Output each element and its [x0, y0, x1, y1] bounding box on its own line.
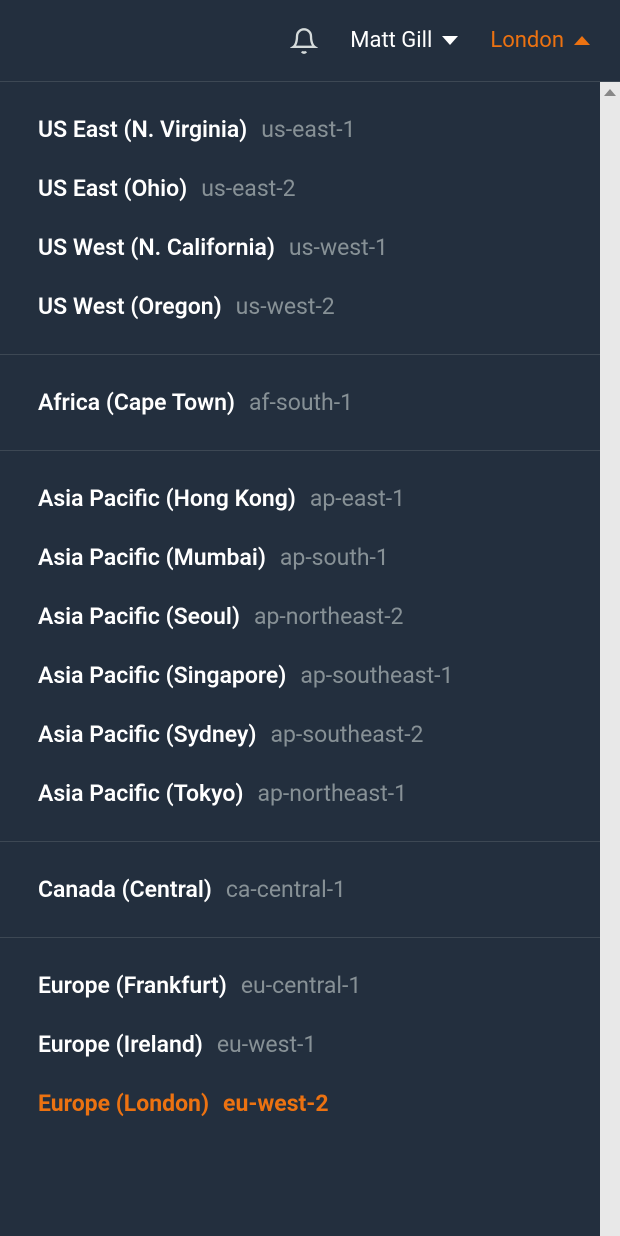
caret-up-icon — [574, 36, 590, 45]
region-name-label: Asia Pacific (Hong Kong) — [38, 485, 296, 512]
region-code-label: ap-northeast-1 — [258, 780, 408, 807]
region-name-label: US East (Ohio) — [38, 175, 187, 202]
region-list[interactable]: US East (N. Virginia) us-east-1 US East (O… — [0, 82, 600, 1236]
region-item[interactable]: Africa (Cape Town) af-south-1 — [0, 373, 600, 432]
region-code-label: eu-central-1 — [241, 972, 361, 999]
region-code-label: eu-west-2 — [223, 1090, 329, 1117]
region-code-label: us-east-2 — [201, 175, 295, 202]
region-item[interactable]: Asia Pacific (Sydney) ap-southeast-2 — [0, 705, 600, 764]
region-name-label: Europe (Ireland) — [38, 1031, 203, 1058]
user-name-label: Matt Gill — [350, 28, 432, 53]
region-item[interactable]: US West (Oregon) us-west-2 — [0, 277, 600, 336]
region-name-label: Asia Pacific (Tokyo) — [38, 780, 244, 807]
region-code-label: eu-west-1 — [217, 1031, 316, 1058]
region-item[interactable]: Canada (Central) ca-central-1 — [0, 860, 600, 919]
region-code-label: af-south-1 — [249, 389, 353, 416]
region-code-label: ca-central-1 — [226, 876, 346, 903]
region-dropdown: US East (N. Virginia) us-east-1 US East (O… — [0, 82, 620, 1236]
region-menu[interactable]: London — [490, 28, 590, 53]
region-label: London — [490, 28, 564, 53]
caret-down-icon — [442, 36, 458, 45]
region-item[interactable]: Asia Pacific (Tokyo) ap-northeast-1 — [0, 764, 600, 823]
region-item[interactable]: US West (N. California) us-west-1 — [0, 218, 600, 277]
region-code-label: ap-south-1 — [280, 544, 389, 571]
region-item[interactable]: Asia Pacific (Seoul) ap-northeast-2 — [0, 587, 600, 646]
region-group: Europe (Frankfurt) eu-central-1 Europe (Ir… — [0, 938, 600, 1151]
region-name-label: Asia Pacific (Singapore) — [38, 662, 286, 689]
region-group: Africa (Cape Town) af-south-1 — [0, 355, 600, 451]
region-group: Asia Pacific (Hong Kong)ap-east-1Asia Pa… — [0, 451, 600, 842]
region-name-label: Asia Pacific (Mumbai) — [38, 544, 266, 571]
region-item[interactable]: Europe (Frankfurt) eu-central-1 — [0, 956, 600, 1015]
region-name-label: Africa (Cape Town) — [38, 389, 235, 416]
region-group: US East (N. Virginia) us-east-1 US East (O… — [0, 82, 600, 355]
region-name-label: Europe (London) — [38, 1090, 209, 1117]
region-item[interactable]: Asia Pacific (Mumbai) ap-south-1 — [0, 528, 600, 587]
region-code-label: ap-east-1 — [310, 485, 405, 512]
region-name-label: US West (N. California) — [38, 234, 275, 261]
region-code-label: us-west-1 — [289, 234, 388, 261]
header: Matt Gill London — [0, 0, 620, 82]
region-name-label: Asia Pacific (Seoul) — [38, 603, 240, 630]
region-item[interactable]: US East (Ohio) us-east-2 — [0, 159, 600, 218]
region-item[interactable]: Asia Pacific (Singapore) ap-southeast-1 — [0, 646, 600, 705]
region-code-label: ap-northeast-2 — [254, 603, 404, 630]
region-item[interactable]: Europe (London) eu-west-2 — [0, 1074, 600, 1133]
scrollbar[interactable] — [600, 82, 620, 1236]
region-item[interactable]: Asia Pacific (Hong Kong) ap-east-1 — [0, 469, 600, 528]
region-item[interactable]: Europe (Ireland) eu-west-1 — [0, 1015, 600, 1074]
notifications-icon[interactable] — [290, 27, 318, 55]
region-code-label: ap-southeast-1 — [300, 662, 453, 689]
region-code-label: us-east-1 — [261, 116, 355, 143]
region-code-label: ap-southeast-2 — [270, 721, 423, 748]
region-group: Canada (Central) ca-central-1 — [0, 842, 600, 938]
region-name-label: Asia Pacific (Sydney) — [38, 721, 256, 748]
region-name-label: US East (N. Virginia) — [38, 116, 247, 143]
scrollbar-up-button[interactable] — [600, 82, 620, 102]
region-name-label: US West (Oregon) — [38, 293, 222, 320]
region-code-label: us-west-2 — [236, 293, 335, 320]
region-name-label: Canada (Central) — [38, 876, 212, 903]
region-name-label: Europe (Frankfurt) — [38, 972, 227, 999]
user-menu[interactable]: Matt Gill — [350, 28, 458, 53]
region-item[interactable]: US East (N. Virginia) us-east-1 — [0, 100, 600, 159]
